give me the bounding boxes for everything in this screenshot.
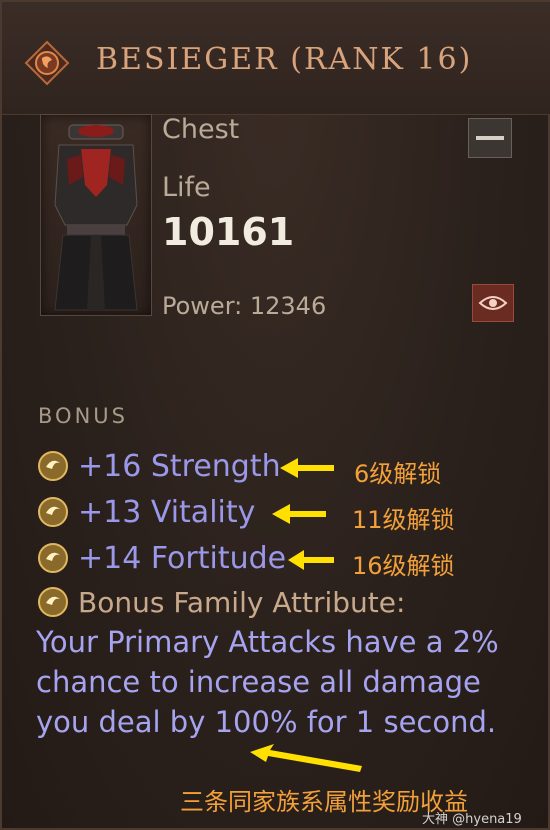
gem-orb-icon	[38, 497, 68, 527]
bonus-heading: BONUS	[38, 404, 128, 428]
family-attribute-row: Bonus Family Attribute:	[36, 582, 405, 622]
tooltip-header: BESIEGER (RANK 16)	[2, 2, 550, 115]
stat-label: Life	[162, 172, 211, 203]
affix-row: +13 Vitality	[36, 492, 255, 532]
arrow-left-icon	[272, 504, 326, 524]
eye-icon	[478, 296, 508, 310]
power-label: Power:	[162, 292, 243, 320]
rank-emblem-icon	[24, 40, 70, 86]
watermark: 大神 @hyena19	[422, 812, 522, 827]
arrow-left-icon	[280, 458, 334, 478]
affix-note: 16级解锁	[352, 552, 455, 580]
stat-value: 10161	[162, 210, 295, 254]
gem-orb-icon	[38, 451, 68, 481]
arrow-left-icon	[250, 744, 362, 772]
chest-armor-icon	[54, 124, 138, 311]
compare-button[interactable]	[468, 118, 512, 158]
item-title: BESIEGER (RANK 16)	[96, 42, 473, 77]
faded-separator	[38, 347, 278, 361]
affix-text: +16 Strength	[78, 448, 281, 484]
affix-note: 6级解锁	[354, 460, 442, 488]
gem-orb-icon	[38, 543, 68, 573]
arrow-left-icon	[288, 550, 334, 570]
inspect-button[interactable]	[472, 284, 514, 322]
affix-text: +14 Fortitude	[78, 540, 287, 576]
affix-note: 11级解锁	[352, 506, 455, 534]
item-image-frame[interactable]	[40, 114, 152, 316]
minus-icon	[476, 136, 504, 140]
item-tooltip-panel: BESIEGER (RANK 16) Chest Life 10161 Powe…	[0, 0, 550, 830]
item-power: Power: 12346	[162, 292, 326, 320]
family-attribute-label: Bonus Family Attribute:	[78, 585, 406, 619]
affix-row: +16 Strength	[36, 446, 281, 486]
affix-row: +14 Fortitude	[36, 538, 286, 578]
family-attribute-description: Your Primary Attacks have a 2% chance to…	[36, 625, 499, 739]
gem-orb-icon	[38, 587, 68, 617]
item-slot: Chest	[162, 114, 240, 145]
power-value: 12346	[249, 292, 327, 320]
affix-text: +13 Vitality	[78, 494, 256, 530]
